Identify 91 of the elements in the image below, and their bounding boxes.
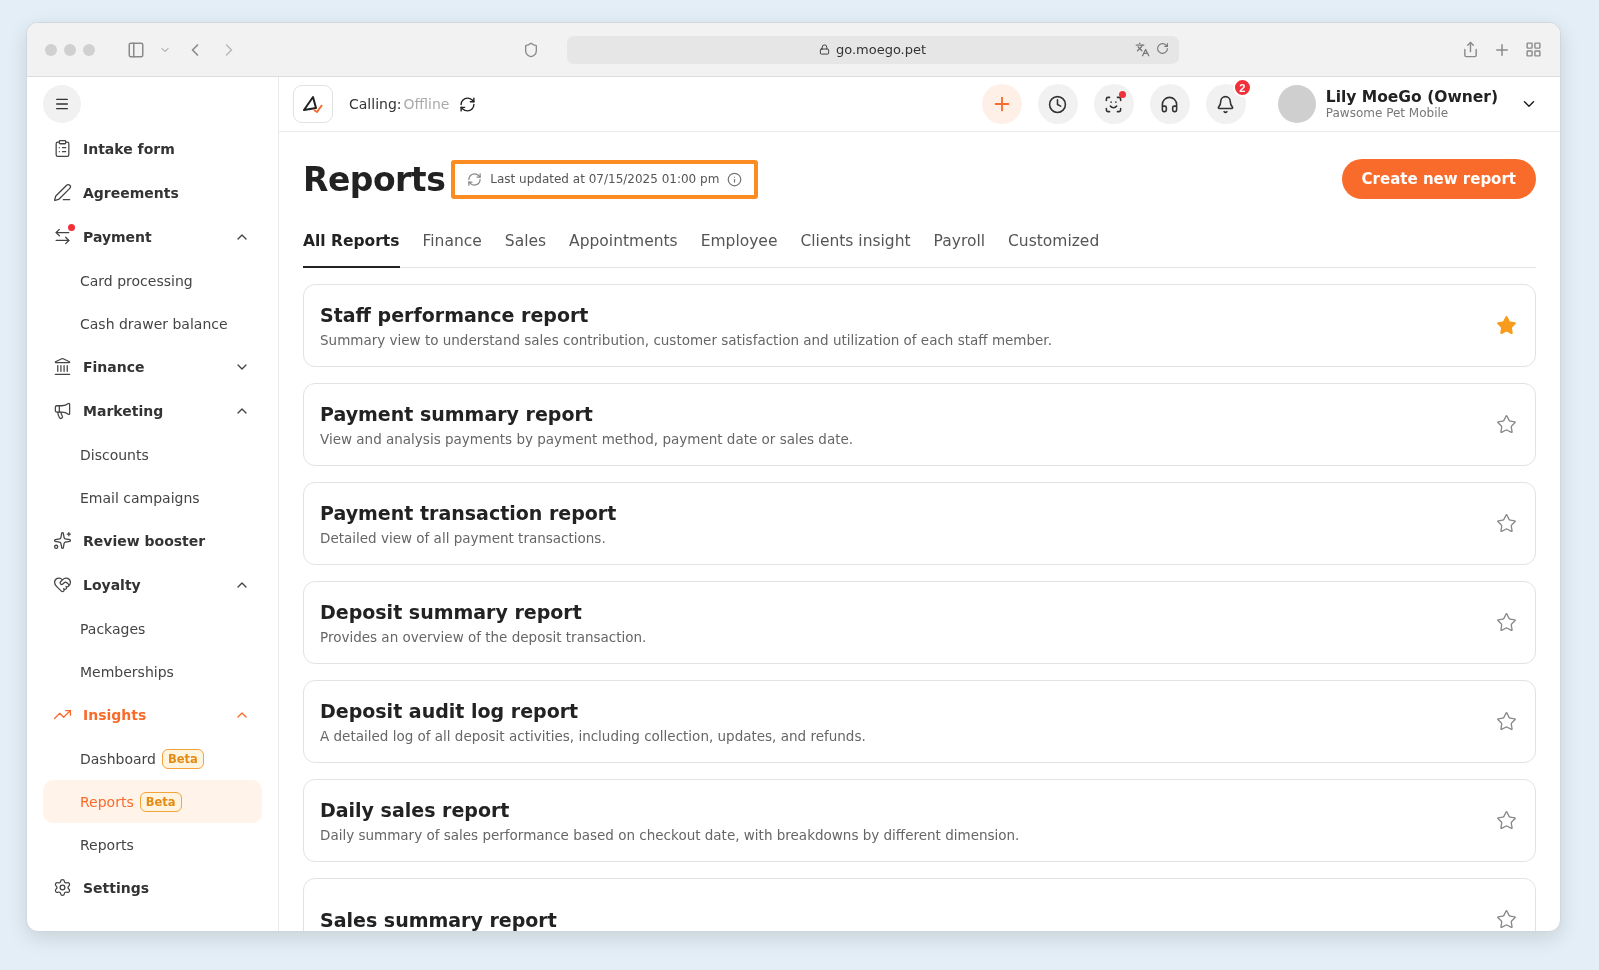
star-icon[interactable] [1496,315,1517,336]
minimize-dot[interactable] [64,43,76,56]
sidebar-item[interactable]: Settings [43,866,262,910]
shield-icon[interactable] [522,41,539,58]
tab[interactable]: All Reports [303,224,400,268]
star-icon[interactable] [1496,612,1517,633]
clock-button[interactable] [1037,84,1078,124]
page-title: Reports [303,159,446,199]
bank-icon [53,357,73,377]
translate-icon[interactable] [1134,41,1150,57]
menu-icon [54,96,70,112]
headset-icon [1160,94,1180,114]
sidebar-toggle-icon[interactable] [127,40,145,59]
bell-icon [1216,94,1236,114]
lock-icon [818,44,830,55]
report-card[interactable]: Deposit audit log report A detailed log of all deposit activities, including collection, updates, and refunds. [303,680,1536,763]
business-name: Pawsome Pet Mobile [1325,106,1450,120]
report-description: A detailed log of all deposit activities, including collection, updates, and refunds. [320,727,867,744]
tab[interactable]: Finance [422,224,482,268]
sidebar-item[interactable]: Review booster [43,519,262,563]
star-icon[interactable] [1496,909,1517,930]
tab[interactable]: Appointments [569,224,678,268]
tab[interactable]: Clients insight [800,224,911,268]
report-card[interactable]: Sales summary report [303,878,1536,931]
sidebar-item[interactable]: Packages [43,607,262,650]
star-icon[interactable] [1496,810,1517,831]
report-title: Daily sales report [320,798,511,821]
report-description: Summary view to understand sales contribution, customer satisfaction and utilization of each staff member. [320,331,1053,348]
tab[interactable]: Customized [1008,224,1100,268]
zoom-dot[interactable] [83,43,95,56]
face-scan-button[interactable] [1093,84,1134,124]
share-icon[interactable] [1462,41,1479,58]
report-description: Provides an overview of the deposit transaction. [320,628,648,645]
star-icon[interactable] [1496,513,1517,534]
star-icon[interactable] [1496,711,1517,732]
tab[interactable]: Sales [504,224,547,268]
notification-dot [1118,91,1126,98]
address-bar[interactable]: go.moego.pet [566,35,1179,64]
sidebar-item[interactable]: Finance [43,345,262,389]
sidebar-item[interactable]: Email campaigns [43,476,262,519]
face-scan-icon [1104,94,1124,114]
close-dot[interactable] [45,43,57,56]
logo[interactable] [293,85,333,123]
star-icon[interactable] [1496,414,1517,435]
sidebar-item[interactable]: Reports [43,823,262,866]
sidebar-item[interactable]: Cash drawer balance [43,302,262,345]
sidebar-item[interactable]: Dashboard Beta [43,737,262,780]
headset-button[interactable] [1149,84,1190,124]
sidebar-item[interactable]: Card processing [43,259,262,302]
user-name: Lily MoeGo (Owner) [1325,88,1498,106]
url-text: go.moego.pet [835,42,927,57]
settings-icon [53,878,73,898]
add-button[interactable] [981,84,1022,124]
pen-icon [53,183,73,203]
sidebar-item[interactable]: Agreements [43,171,262,215]
tab[interactable]: Payroll [933,224,986,268]
megaphone-icon [53,401,73,421]
report-title: Deposit summary report [320,600,583,623]
sidebar-item[interactable]: Loyalty [43,563,262,607]
sidebar-item[interactable]: Marketing [43,389,262,433]
report-card[interactable]: Daily sales report Daily summary of sales performance based on checkout date, with breakdowns by different dimension. [303,779,1536,862]
beta-badge: Beta [161,748,204,769]
info-icon[interactable] [727,171,743,187]
sidebar-item[interactable]: Intake form [43,127,262,171]
notification-count: 2 [1232,78,1252,97]
sidebar-item[interactable]: Payment [43,215,262,259]
report-card[interactable]: Payment summary report View and analysis payments by payment method, payment date or sales date. [303,383,1536,466]
tab[interactable]: Employee [700,224,778,268]
report-card[interactable]: Payment transaction report Detailed view of all payment transactions. [303,482,1536,565]
clock-icon [1048,94,1068,114]
report-title: Payment summary report [320,402,594,425]
sidebar-item[interactable]: Discounts [43,433,262,476]
tab-overview-icon[interactable] [1525,41,1542,58]
refresh-icon[interactable] [459,95,477,113]
report-card[interactable]: Deposit summary report Provides an overview of the deposit transaction. [303,581,1536,664]
calling-label: Calling: [349,96,402,112]
report-title: Deposit audit log report [320,699,580,722]
report-title: Payment transaction report [320,501,618,524]
report-card[interactable]: Staff performance report Summary view to understand sales contribution, customer satisfaction and utilization of each staff member. [303,284,1536,367]
menu-button[interactable] [43,85,81,123]
beta-badge: Beta [139,791,182,812]
report-description: Daily summary of sales performance based on checkout date, with breakdowns by different dimension. [320,826,1021,843]
calling-status: Offline [403,96,450,112]
last-updated-note: Last updated at 07/15/2025 01:00 pm [451,159,759,199]
report-title: Sales summary report [320,908,558,931]
report-title: Staff performance report [320,303,590,326]
report-description: Detailed view of all payment transactions. [320,529,607,546]
reload-icon[interactable] [1155,41,1169,55]
report-description: View and analysis payments by payment method, payment date or sales date. [320,430,855,447]
sparkles-icon [53,531,73,551]
sidebar-item[interactable]: Memberships [43,650,262,693]
